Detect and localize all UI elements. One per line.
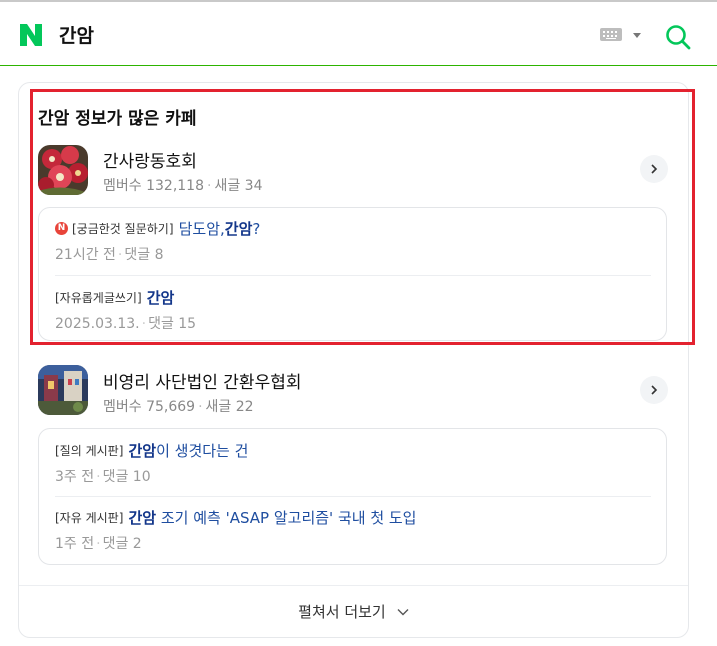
post-item[interactable]: [자유 게시판] 간암 조기 예측 'ASAP 알고리즘' 국내 첫 도입 1주… bbox=[55, 507, 651, 553]
members-label: 멤버수 bbox=[103, 399, 142, 415]
post-meta: 21시간 전 · 댓글 8 bbox=[55, 247, 164, 263]
post-category: [질의 게시판] bbox=[55, 444, 124, 458]
post-item[interactable]: [질의 게시판] 간암이 생겻다는 건 3주 전 · 댓글 10 bbox=[55, 440, 651, 486]
members-count: 75,669 bbox=[146, 399, 196, 415]
new-badge-icon: N bbox=[55, 222, 68, 235]
chevron-right-icon bbox=[651, 164, 658, 174]
post-category: [궁금한것 질문하기] bbox=[72, 222, 174, 236]
expand-more-label: 펼쳐서 더보기 bbox=[298, 603, 386, 621]
post-comments: 댓글 2 bbox=[102, 536, 142, 552]
posts-box: [질의 게시판] 간암이 생겻다는 건 3주 전 · 댓글 10 [자유 게시판] … bbox=[38, 428, 667, 565]
post-title[interactable]: 간암 조기 예측 'ASAP 알고리즘' 국내 첫 도입 bbox=[128, 509, 416, 527]
post-comments: 댓글 15 bbox=[148, 316, 197, 332]
cafe-thumbnail[interactable] bbox=[38, 365, 88, 415]
new-posts-label: 새글 bbox=[205, 399, 232, 415]
caret-down-icon[interactable] bbox=[633, 33, 641, 38]
post-title[interactable]: 간암 bbox=[147, 289, 175, 307]
post-title[interactable]: 담도암,간암? bbox=[179, 220, 261, 238]
cafe-thumbnail[interactable] bbox=[38, 145, 88, 195]
post-time: 21시간 전 bbox=[55, 247, 116, 263]
search-icon[interactable] bbox=[664, 23, 692, 51]
cafe-meta: 멤버수 132,118 · 새글 34 bbox=[103, 178, 263, 194]
new-posts-count: 34 bbox=[244, 178, 263, 194]
new-posts-count: 22 bbox=[235, 399, 254, 415]
expand-more-button[interactable]: 펼쳐서 더보기 bbox=[19, 586, 688, 637]
chevron-right-icon bbox=[651, 385, 658, 395]
post-comments: 댓글 8 bbox=[124, 247, 164, 263]
cafe-link-button[interactable] bbox=[640, 155, 668, 183]
post-title[interactable]: 간암이 생겻다는 건 bbox=[128, 442, 248, 460]
post-category: [자유 게시판] bbox=[55, 511, 124, 525]
posts-box: N [궁금한것 질문하기] 담도암,간암? 21시간 전 · 댓글 8 [자유롭게글쓰… bbox=[38, 207, 667, 341]
post-meta: 1주 전 · 댓글 2 bbox=[55, 536, 142, 552]
post-time: 2025.03.13. bbox=[55, 316, 140, 332]
divider bbox=[55, 496, 651, 497]
chevron-down-icon bbox=[397, 608, 409, 615]
post-time: 1주 전 bbox=[55, 536, 95, 552]
section-title: 간암 정보가 많은 카페 bbox=[38, 109, 197, 129]
post-item[interactable]: N [궁금한것 질문하기] 담도암,간암? 21시간 전 · 댓글 8 bbox=[55, 218, 651, 264]
naver-n-logo-icon[interactable] bbox=[18, 22, 44, 48]
post-time: 3주 전 bbox=[55, 469, 95, 485]
post-category: [자유롭게글쓰기] bbox=[55, 291, 142, 305]
members-count: 132,118 bbox=[146, 178, 204, 194]
post-item[interactable]: [자유롭게글쓰기] 간암 2025.03.13. · 댓글 15 bbox=[55, 287, 651, 333]
divider bbox=[55, 275, 651, 276]
new-posts-label: 새글 bbox=[214, 178, 241, 194]
cafe-meta: 멤버수 75,669 · 새글 22 bbox=[103, 399, 254, 415]
cafe-name[interactable]: 간사랑동호회 bbox=[103, 147, 197, 172]
post-meta: 3주 전 · 댓글 10 bbox=[55, 469, 151, 485]
keyboard-icon[interactable] bbox=[600, 28, 622, 41]
cafe-name[interactable]: 비영리 사단법인 간환우협회 bbox=[103, 368, 302, 393]
post-meta: 2025.03.13. · 댓글 15 bbox=[55, 316, 197, 332]
post-comments: 댓글 10 bbox=[102, 469, 151, 485]
cafe-link-button[interactable] bbox=[640, 376, 668, 404]
search-header: 간암 bbox=[0, 2, 717, 66]
search-query[interactable]: 간암 bbox=[59, 21, 94, 48]
members-label: 멤버수 bbox=[103, 178, 142, 194]
